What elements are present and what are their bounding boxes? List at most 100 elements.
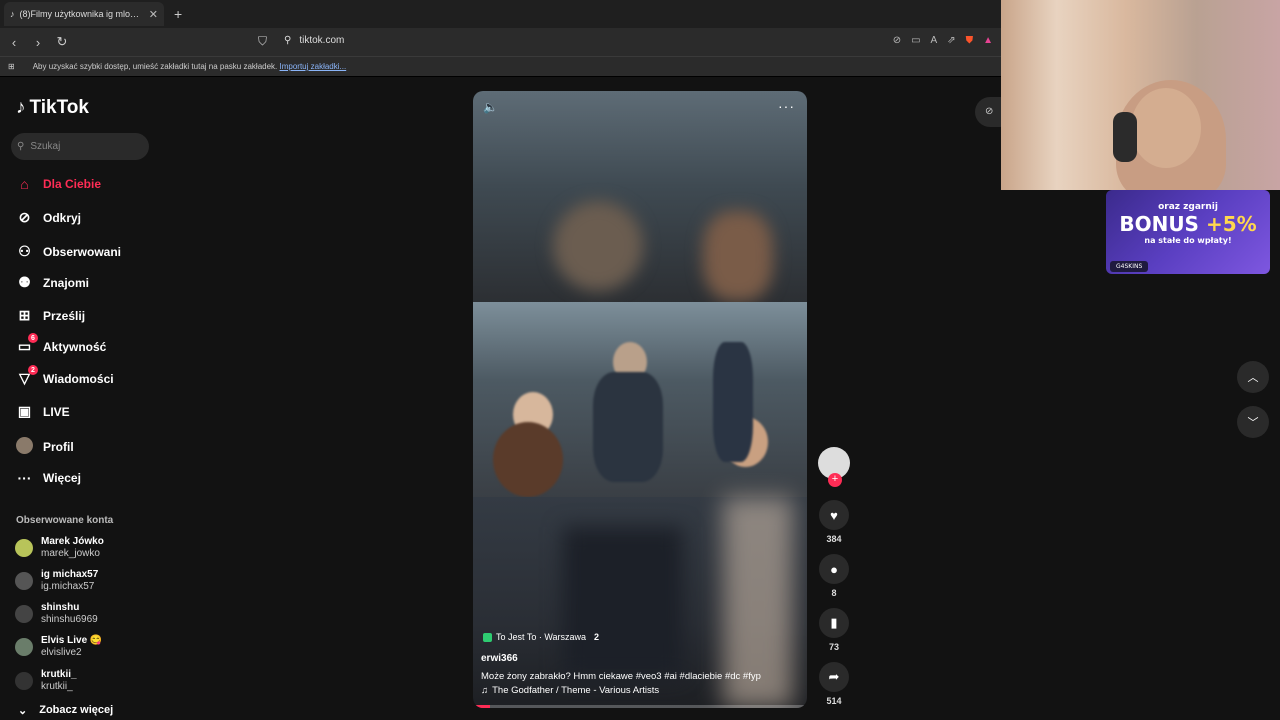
url-text: tiktok.com <box>299 35 345 46</box>
apps-grid-icon[interactable]: ⊞ <box>8 62 15 71</box>
home-icon: ⌂ <box>20 176 29 192</box>
volume-icon[interactable]: 🔈 <box>483 100 498 114</box>
comment-button[interactable]: ● 8 <box>819 554 849 598</box>
video-player[interactable]: 🔈 ··· To Jest To · Warszawa 2 erwi366 Mo… <box>473 91 807 708</box>
ad-brand: G4SKINS <box>1110 261 1149 272</box>
sidebar: ♪ TikTok ⚲ Szukaj ⌂ Dla Ciebie ⊘ Odkryj … <box>0 77 160 720</box>
save-count: 73 <box>828 642 839 652</box>
music-note-icon: ♫ <box>481 685 489 696</box>
previous-video-button[interactable]: ︿ <box>1237 361 1269 393</box>
share-count: 514 <box>826 696 842 706</box>
tiktok-logo[interactable]: ♪ TikTok <box>16 97 89 119</box>
site-info-icon[interactable]: ⚲ <box>284 35 291 46</box>
ad-bonus: BONUS +5% <box>1119 212 1257 236</box>
nav-profile[interactable]: Profil <box>16 437 74 457</box>
follow-plus-icon[interactable]: + <box>828 473 842 487</box>
reload-icon[interactable]: ↻ <box>52 34 72 50</box>
search-placeholder: Szukaj <box>30 141 61 152</box>
sponsor-banner: oraz zgarnij BONUS +5% na stałe do wpłat… <box>1106 190 1270 274</box>
ad-line3: na stałe do wpłaty! <box>1144 236 1232 245</box>
nav-activity[interactable]: ▭ 6 Aktywność <box>16 333 106 355</box>
followed-account[interactable]: Elvis Live 😋 elvislive2 <box>15 635 102 659</box>
upload-icon: ⊞ <box>18 307 31 323</box>
chevron-down-icon: ﹀ <box>1247 417 1259 429</box>
forward-icon[interactable]: › <box>28 35 48 50</box>
share-button[interactable]: ➦ 514 <box>819 662 849 706</box>
avatar <box>15 672 33 690</box>
messages-badge: 2 <box>28 365 38 375</box>
browser-tab[interactable]: ♪ (8)Filmy użytkownika ig mloda.m ✕ <box>4 2 164 26</box>
translate-icon[interactable]: A <box>931 35 938 46</box>
shield-icon[interactable]: ⛊ <box>966 35 974 46</box>
toolbar-icons: ⊘ ▭ A ⇗ ⛊ ▲ <box>893 35 993 46</box>
avatar <box>15 605 33 623</box>
followed-account[interactable]: Marek Jówko marek_jowko <box>15 536 104 560</box>
next-video-button[interactable]: ﹀ <box>1237 406 1269 438</box>
messages-icon: ▽ 2 <box>16 365 38 387</box>
profile-avatar <box>16 437 33 457</box>
followed-account[interactable]: krutkii_ krutkii_ <box>15 669 77 693</box>
nav-live[interactable]: ▣ LIVE <box>16 403 70 420</box>
followed-accounts-title: Obserwowane konta <box>16 515 114 526</box>
nav-more[interactable]: ··· Więcej <box>16 470 81 486</box>
video-author[interactable]: erwi366 <box>481 653 518 664</box>
bookmark-icon: ▮ <box>819 608 849 638</box>
no-tracking-icon[interactable]: ⊘ <box>893 35 901 46</box>
rewards-icon[interactable]: ▲ <box>983 35 993 46</box>
video-frame-middle <box>473 302 807 497</box>
import-bookmarks-link[interactable]: Importuj zakładki... <box>280 62 347 71</box>
music-link[interactable]: ♫ The Godfather / Theme - Various Artist… <box>481 685 659 696</box>
bookmarks-bar: ⊞ Aby uzyskać szybki dostęp, umieść zakł… <box>0 56 1001 76</box>
share-arrow-icon: ➦ <box>819 662 849 692</box>
heart-icon: ♥ <box>819 500 849 530</box>
location-tag[interactable]: To Jest To · Warszawa 2 <box>483 632 599 642</box>
compass-icon: ⊘ <box>18 209 31 225</box>
bookmark-icon[interactable]: ⛉ <box>258 34 267 49</box>
avatar <box>15 638 33 656</box>
video-caption: Może żony zabrakło? Hmm ciekawe #veo3 #a… <box>481 671 761 682</box>
search-icon: ⚲ <box>17 141 25 152</box>
address-bar[interactable]: ⚲ tiktok.com <box>284 35 344 46</box>
browser-toolbar: ‹ › ↻ ⛉ ⚲ tiktok.com ⊘ ▭ A ⇗ ⛊ ▲ <box>0 28 1001 56</box>
comment-count: 8 <box>831 588 837 598</box>
nav-friends[interactable]: ⚉ Znajomi <box>16 274 89 291</box>
close-tab-icon[interactable]: ✕ <box>149 8 158 21</box>
ad-line1: oraz zgarnij <box>1158 202 1218 212</box>
nav-explore[interactable]: ⊘ Odkryj <box>16 209 81 226</box>
like-button[interactable]: ♥ 384 <box>819 500 849 544</box>
followed-account[interactable]: ig michax57 ig.michax57 <box>15 569 98 593</box>
like-count: 384 <box>826 534 842 544</box>
video-progress-bar[interactable] <box>473 705 807 708</box>
location-icon <box>483 632 492 642</box>
bookmarks-hint: Aby uzyskać szybki dostęp, umieść zakład… <box>32 62 278 71</box>
tab-title: (8)Filmy użytkownika ig mloda.m <box>19 9 144 19</box>
cast-icon[interactable]: ▭ <box>911 35 920 46</box>
friends-icon: ⚉ <box>18 274 31 290</box>
live-icon: ▣ <box>17 403 32 419</box>
nav-messages[interactable]: ▽ 2 Wiadomości <box>16 365 114 387</box>
save-button[interactable]: ▮ 73 <box>819 608 849 652</box>
back-icon[interactable]: ‹ <box>4 35 24 50</box>
chevron-down-icon: ⌄ <box>18 705 28 717</box>
more-options-icon[interactable]: ··· <box>778 98 795 114</box>
avatar <box>15 572 33 590</box>
nav-upload[interactable]: ⊞ Prześlij <box>16 307 85 324</box>
following-icon: ⚇ <box>18 243 31 259</box>
tiktok-favicon-icon: ♪ <box>10 9 15 19</box>
more-icon: ··· <box>17 470 32 486</box>
followed-account[interactable]: shinshu shinshu6969 <box>15 602 98 626</box>
browser-tab-strip: ♪ (8)Filmy użytkownika ig mloda.m ✕ + <box>0 0 1001 28</box>
avatar <box>15 539 33 557</box>
search-input[interactable]: ⚲ Szukaj <box>11 133 149 160</box>
app-icon: ⊘ <box>985 106 994 117</box>
new-tab-icon[interactable]: + <box>174 6 182 22</box>
comment-icon: ● <box>819 554 849 584</box>
video-frame-top <box>473 91 807 302</box>
chevron-up-icon: ︿ <box>1247 372 1259 384</box>
nav-for-you[interactable]: ⌂ Dla Ciebie <box>16 176 101 192</box>
webcam-overlay <box>1001 0 1280 190</box>
see-more-button[interactable]: ⌄ Zobacz więcej <box>18 704 113 717</box>
share-icon[interactable]: ⇗ <box>947 35 955 46</box>
nav-following[interactable]: ⚇ Obserwowani <box>16 243 121 260</box>
headphones-icon <box>1113 112 1137 162</box>
